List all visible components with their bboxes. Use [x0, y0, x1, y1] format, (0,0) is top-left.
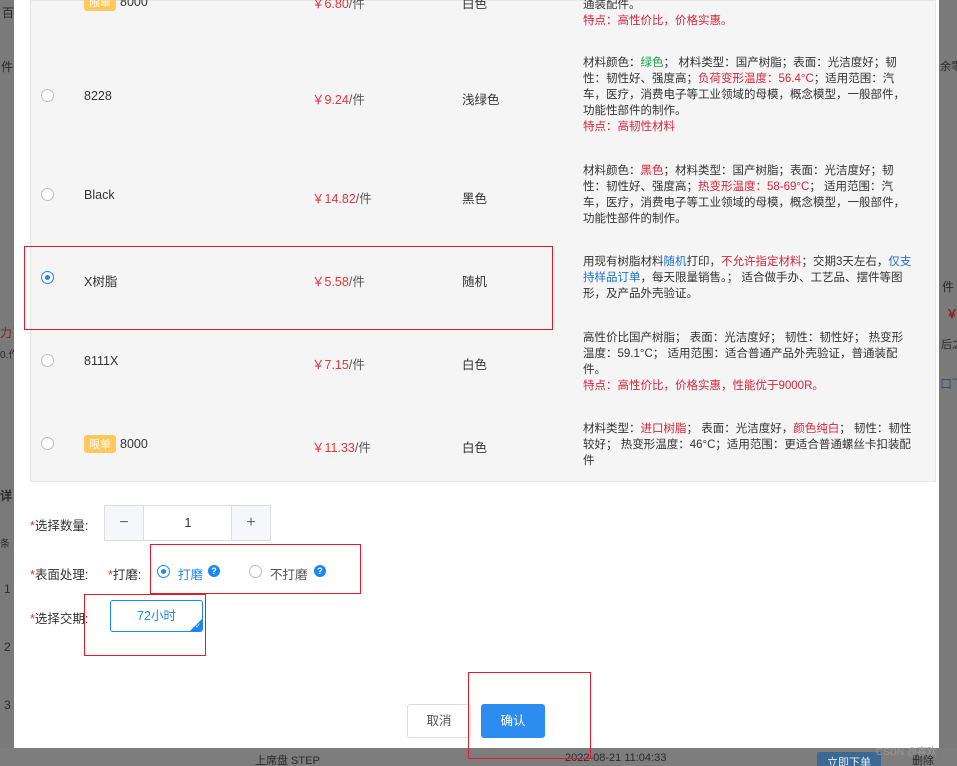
material-color: 白色: [462, 358, 488, 372]
help-icon[interactable]: ?: [314, 565, 326, 577]
decrement-button[interactable]: −: [105, 506, 144, 540]
cancel-button[interactable]: 取消: [407, 704, 471, 738]
no-polish-option-label[interactable]: 不打磨: [270, 564, 308, 583]
material-color: 随机: [462, 275, 488, 289]
material-radio[interactable]: [41, 89, 54, 102]
bg-text: 百: [2, 6, 15, 20]
description-segment: 特点：高性价比，价格实惠，性能优于9000R。: [583, 380, 824, 392]
material-row[interactable]: Black ￥14.82/件 黑色 材料颜色：黑色；材料类型：国产树脂；表面：光…: [31, 141, 937, 241]
material-name: X树脂: [84, 275, 118, 289]
description-segment: 热变形温度：58-69°C: [698, 181, 810, 193]
bg-datetime: 2022-08-21 11:04:33: [565, 752, 667, 764]
bg-text: 余零: [940, 61, 957, 73]
material-color: 白色: [462, 441, 488, 455]
material-color: 白色: [462, 0, 488, 11]
quantity-value[interactable]: 1: [145, 506, 231, 540]
material-row-selected[interactable]: X树脂 ￥5.58/件 随机 用现有树脂材料随机打印，不允许指定材料；交期3天左…: [31, 241, 937, 321]
quantity-stepper[interactable]: − 1 +: [104, 505, 271, 541]
bg-text: 件: [942, 280, 955, 294]
material-color: 浅绿色: [462, 93, 500, 107]
no-polish-radio[interactable]: [249, 565, 262, 578]
material-radio[interactable]: [41, 188, 54, 201]
bg-file-type: 上席盘 STEP: [255, 755, 320, 766]
description-segment: 通装配件。: [583, 0, 641, 11]
description-segment: ；交期3天左右，: [801, 256, 889, 268]
material-color: 黑色: [462, 192, 488, 206]
bg-text: 2: [4, 640, 11, 654]
bg-text: 件: [1, 60, 14, 74]
limited-tag: 限单: [84, 0, 116, 11]
material-price: ￥11.33/件: [312, 441, 371, 455]
description-segment: 特点：高韧性材料: [583, 121, 675, 133]
material-price: ￥6.80/件: [312, 0, 365, 11]
description-segment: 材料颜色：: [583, 57, 641, 69]
material-table: 限单 8000 ￥6.80/件 白色 通装配件。特点：高性价比，价格实惠。 822…: [30, 0, 936, 482]
increment-button[interactable]: +: [231, 506, 270, 540]
description-segment: 绿色: [640, 57, 664, 69]
material-description: 材料类型：进口树脂； 表面：光洁度好，颜色纯白； 韧性：韧性较好； 热变形温度：…: [583, 421, 913, 469]
bg-text: ￥: [946, 307, 957, 321]
description-segment: 用现有树脂材料: [583, 256, 664, 268]
material-row[interactable]: 限单 8000 ￥11.33/件 白色 材料类型：进口树脂； 表面：光洁度好，颜色…: [31, 401, 937, 483]
material-row[interactable]: 8111X ￥7.15/件 白色 高性价比国产树脂； 表面：光洁度好； 韧性：韧…: [31, 321, 937, 401]
check-icon: ✓: [195, 623, 201, 630]
material-name: Black: [84, 188, 115, 202]
description-segment: ； 表面：光洁度好，: [686, 423, 794, 435]
bg-order-now-button[interactable]: 立即下单: [817, 752, 881, 766]
polish-option-label[interactable]: 打磨: [178, 564, 203, 583]
surface-label: *表面处理:: [30, 568, 89, 582]
material-select-modal: 限单 8000 ￥6.80/件 白色 通装配件。特点：高性价比，价格实惠。 822…: [14, 0, 939, 759]
description-segment: 不允许指定材料: [721, 256, 802, 268]
description-segment: 高性价比国产树脂； 表面：光洁度好； 韧性：韧性好； 热变形温度：59.1°C；…: [583, 332, 904, 376]
watermark: CSDN @喜欢: [875, 747, 937, 758]
material-name: 限单 8000: [84, 435, 148, 453]
material-description: 材料颜色：绿色； 材料类型：国产树脂；表面：光洁度好；韧性：韧性好、强度高；负荷…: [583, 55, 913, 135]
confirm-button[interactable]: 确认: [481, 704, 545, 738]
material-description: 高性价比国产树脂； 表面：光洁度好； 韧性：韧性好； 热变形温度：59.1°C；…: [583, 330, 913, 394]
bg-text: 口下: [940, 377, 957, 391]
bg-text: 条: [0, 539, 10, 550]
material-radio[interactable]: [41, 437, 54, 450]
material-description: 材料颜色：黑色；材料类型：国产树脂；表面：光洁度好；韧性：韧性好、强度高；热变形…: [583, 163, 913, 227]
polish-radio[interactable]: [157, 565, 170, 578]
delivery-label: *选择交期:: [30, 612, 89, 626]
material-price: ￥9.24/件: [312, 93, 365, 107]
description-segment: 特点：高性价比，价格实惠。: [583, 15, 733, 27]
background-bottom-strip: [0, 748, 957, 766]
material-name: 限单 8000: [84, 0, 148, 11]
material-description: 用现有树脂材料随机打印，不允许指定材料；交期3天左右，仅支持样品订单，每天限量销…: [583, 254, 913, 302]
material-price: ￥7.15/件: [312, 358, 365, 372]
material-row[interactable]: 8228 ￥9.24/件 浅绿色 材料颜色：绿色； 材料类型：国产树脂；表面：光…: [31, 41, 937, 141]
help-icon[interactable]: ?: [208, 565, 220, 577]
description-segment: 颜色纯白: [793, 423, 840, 435]
material-radio[interactable]: [41, 354, 54, 367]
bg-text: 3: [4, 698, 11, 712]
description-segment: 材料类型：: [583, 423, 641, 435]
material-name: 8228: [84, 89, 112, 103]
material-radio[interactable]: [41, 271, 54, 284]
description-segment: 打印，: [686, 256, 722, 268]
description-segment: 黑色: [640, 165, 664, 177]
bg-text: 详: [0, 489, 13, 503]
material-row[interactable]: 限单 8000 ￥6.80/件 白色 通装配件。特点：高性价比，价格实惠。: [31, 0, 937, 31]
limited-tag: 限单: [84, 435, 116, 453]
description-segment: 进口树脂: [640, 423, 687, 435]
description-segment: 随机: [663, 256, 687, 268]
material-price: ￥14.82/件: [312, 192, 372, 206]
bg-text: 后之: [941, 339, 957, 351]
description-segment: 负荷变形温度：56.4°C: [698, 73, 814, 85]
material-description: 通装配件。特点：高性价比，价格实惠。: [583, 0, 913, 29]
description-segment: 材料颜色：: [583, 165, 641, 177]
material-price: ￥5.58/件: [312, 275, 365, 289]
bg-text: 1: [4, 582, 11, 596]
delivery-option-72h[interactable]: 72小时 ✓: [110, 600, 203, 632]
polish-label: *打磨:: [108, 568, 142, 582]
material-name: 8111X: [84, 354, 119, 368]
quantity-label: *选择数量:: [30, 519, 89, 533]
